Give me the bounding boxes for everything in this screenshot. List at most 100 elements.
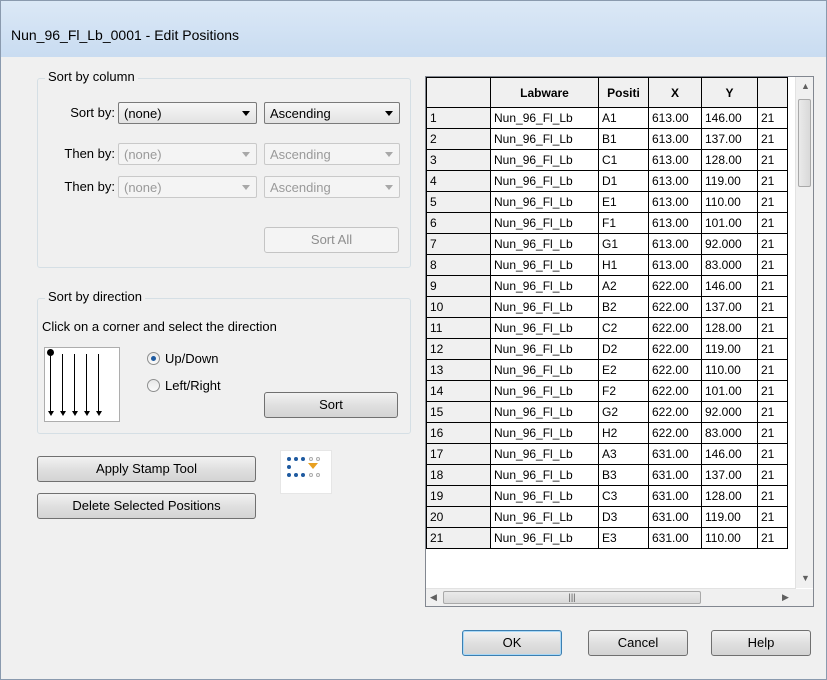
sort-direction-button[interactable]: Sort bbox=[264, 392, 398, 418]
row-number-cell[interactable]: 9 bbox=[426, 275, 491, 297]
table-row[interactable]: 18 Nun_96_Fl_Lb B3 631.00 137.00 21 bbox=[426, 464, 788, 486]
row-number-cell[interactable]: 13 bbox=[426, 359, 491, 381]
z-cell[interactable]: 21 bbox=[757, 212, 788, 234]
y-cell[interactable]: 119.00 bbox=[701, 170, 758, 192]
x-cell[interactable]: 622.00 bbox=[648, 359, 702, 381]
stamp-grid-icon[interactable] bbox=[280, 450, 332, 494]
row-number-cell[interactable]: 20 bbox=[426, 506, 491, 528]
table-row[interactable]: 21 Nun_96_Fl_Lb E3 631.00 110.00 21 bbox=[426, 527, 788, 549]
z-cell[interactable]: 21 bbox=[757, 464, 788, 486]
row-number-cell[interactable]: 21 bbox=[426, 527, 491, 549]
then-by-order-select-2[interactable]: Ascending bbox=[264, 176, 400, 198]
x-cell[interactable]: 622.00 bbox=[648, 401, 702, 423]
row-header-corner[interactable] bbox=[426, 77, 491, 108]
y-cell[interactable]: 101.00 bbox=[701, 212, 758, 234]
x-cell[interactable]: 613.00 bbox=[648, 254, 702, 276]
y-cell[interactable]: 146.00 bbox=[701, 107, 758, 129]
x-cell[interactable]: 613.00 bbox=[648, 170, 702, 192]
y-cell[interactable]: 110.00 bbox=[701, 359, 758, 381]
row-number-cell[interactable]: 11 bbox=[426, 317, 491, 339]
table-row[interactable]: 19 Nun_96_Fl_Lb C3 631.00 128.00 21 bbox=[426, 485, 788, 507]
left-right-label[interactable]: Left/Right bbox=[165, 378, 221, 393]
z-cell[interactable]: 21 bbox=[757, 191, 788, 213]
labware-cell[interactable]: Nun_96_Fl_Lb bbox=[490, 170, 599, 192]
labware-cell[interactable]: Nun_96_Fl_Lb bbox=[490, 443, 599, 465]
z-cell[interactable]: 21 bbox=[757, 359, 788, 381]
table-row[interactable]: 11 Nun_96_Fl_Lb C2 622.00 128.00 21 bbox=[426, 317, 788, 339]
z-cell[interactable]: 21 bbox=[757, 296, 788, 318]
y-cell[interactable]: 83.000 bbox=[701, 254, 758, 276]
table-row[interactable]: 7 Nun_96_Fl_Lb G1 613.00 92.000 21 bbox=[426, 233, 788, 255]
x-cell[interactable]: 613.00 bbox=[648, 212, 702, 234]
then-by-order-select-1[interactable]: Ascending bbox=[264, 143, 400, 165]
scroll-right-arrow-icon[interactable]: ▶ bbox=[782, 592, 789, 603]
position-cell[interactable]: H1 bbox=[598, 254, 649, 276]
scroll-left-arrow-icon[interactable]: ◀ bbox=[430, 592, 437, 603]
labware-cell[interactable]: Nun_96_Fl_Lb bbox=[490, 254, 599, 276]
labware-cell[interactable]: Nun_96_Fl_Lb bbox=[490, 191, 599, 213]
then-by-column-select-1[interactable]: (none) bbox=[118, 143, 257, 165]
position-cell[interactable]: A2 bbox=[598, 275, 649, 297]
sort-by-order-select[interactable]: Ascending bbox=[264, 102, 400, 124]
z-cell[interactable]: 21 bbox=[757, 527, 788, 549]
labware-cell[interactable]: Nun_96_Fl_Lb bbox=[490, 422, 599, 444]
table-row[interactable]: 20 Nun_96_Fl_Lb D3 631.00 119.00 21 bbox=[426, 506, 788, 528]
labware-cell[interactable]: Nun_96_Fl_Lb bbox=[490, 359, 599, 381]
position-cell[interactable]: A1 bbox=[598, 107, 649, 129]
z-cell[interactable]: 21 bbox=[757, 338, 788, 360]
x-cell[interactable]: 631.00 bbox=[648, 443, 702, 465]
row-number-cell[interactable]: 19 bbox=[426, 485, 491, 507]
z-cell[interactable]: 21 bbox=[757, 275, 788, 297]
labware-cell[interactable]: Nun_96_Fl_Lb bbox=[490, 506, 599, 528]
labware-cell[interactable]: Nun_96_Fl_Lb bbox=[490, 401, 599, 423]
table-row[interactable]: 3 Nun_96_Fl_Lb C1 613.00 128.00 21 bbox=[426, 149, 788, 171]
y-cell[interactable]: 119.00 bbox=[701, 338, 758, 360]
row-number-cell[interactable]: 15 bbox=[426, 401, 491, 423]
table-row[interactable]: 14 Nun_96_Fl_Lb F2 622.00 101.00 21 bbox=[426, 380, 788, 402]
x-cell[interactable]: 622.00 bbox=[648, 422, 702, 444]
row-number-cell[interactable]: 4 bbox=[426, 170, 491, 192]
table-row[interactable]: 15 Nun_96_Fl_Lb G2 622.00 92.000 21 bbox=[426, 401, 788, 423]
z-cell[interactable]: 21 bbox=[757, 485, 788, 507]
direction-picker[interactable] bbox=[44, 347, 120, 422]
row-number-cell[interactable]: 3 bbox=[426, 149, 491, 171]
z-cell[interactable]: 21 bbox=[757, 506, 788, 528]
table-row[interactable]: 8 Nun_96_Fl_Lb H1 613.00 83.000 21 bbox=[426, 254, 788, 276]
ok-button[interactable]: OK bbox=[462, 630, 562, 656]
x-cell[interactable]: 631.00 bbox=[648, 527, 702, 549]
row-number-cell[interactable]: 7 bbox=[426, 233, 491, 255]
table-row[interactable]: 5 Nun_96_Fl_Lb E1 613.00 110.00 21 bbox=[426, 191, 788, 213]
apply-stamp-tool-button[interactable]: Apply Stamp Tool bbox=[37, 456, 256, 482]
z-cell[interactable]: 21 bbox=[757, 401, 788, 423]
position-cell[interactable]: C2 bbox=[598, 317, 649, 339]
y-cell[interactable]: 146.00 bbox=[701, 443, 758, 465]
labware-cell[interactable]: Nun_96_Fl_Lb bbox=[490, 233, 599, 255]
x-cell[interactable]: 613.00 bbox=[648, 149, 702, 171]
z-cell[interactable]: 21 bbox=[757, 233, 788, 255]
column-header-y[interactable]: Y bbox=[701, 77, 758, 108]
table-row[interactable]: 2 Nun_96_Fl_Lb B1 613.00 137.00 21 bbox=[426, 128, 788, 150]
y-cell[interactable]: 128.00 bbox=[701, 485, 758, 507]
y-cell[interactable]: 83.000 bbox=[701, 422, 758, 444]
table-row[interactable]: 12 Nun_96_Fl_Lb D2 622.00 119.00 21 bbox=[426, 338, 788, 360]
help-button[interactable]: Help bbox=[711, 630, 811, 656]
delete-selected-positions-button[interactable]: Delete Selected Positions bbox=[37, 493, 256, 519]
z-cell[interactable]: 21 bbox=[757, 443, 788, 465]
y-cell[interactable]: 119.00 bbox=[701, 506, 758, 528]
z-cell[interactable]: 21 bbox=[757, 422, 788, 444]
labware-cell[interactable]: Nun_96_Fl_Lb bbox=[490, 212, 599, 234]
labware-cell[interactable]: Nun_96_Fl_Lb bbox=[490, 317, 599, 339]
row-number-cell[interactable]: 17 bbox=[426, 443, 491, 465]
position-cell[interactable]: B2 bbox=[598, 296, 649, 318]
y-cell[interactable]: 110.00 bbox=[701, 191, 758, 213]
scroll-down-arrow-icon[interactable]: ▼ bbox=[801, 573, 810, 583]
table-row[interactable]: 6 Nun_96_Fl_Lb F1 613.00 101.00 21 bbox=[426, 212, 788, 234]
row-number-cell[interactable]: 14 bbox=[426, 380, 491, 402]
x-cell[interactable]: 613.00 bbox=[648, 233, 702, 255]
table-row[interactable]: 9 Nun_96_Fl_Lb A2 622.00 146.00 21 bbox=[426, 275, 788, 297]
z-cell[interactable]: 21 bbox=[757, 170, 788, 192]
position-cell[interactable]: B1 bbox=[598, 128, 649, 150]
row-number-cell[interactable]: 16 bbox=[426, 422, 491, 444]
table-row[interactable]: 13 Nun_96_Fl_Lb E2 622.00 110.00 21 bbox=[426, 359, 788, 381]
position-cell[interactable]: C1 bbox=[598, 149, 649, 171]
